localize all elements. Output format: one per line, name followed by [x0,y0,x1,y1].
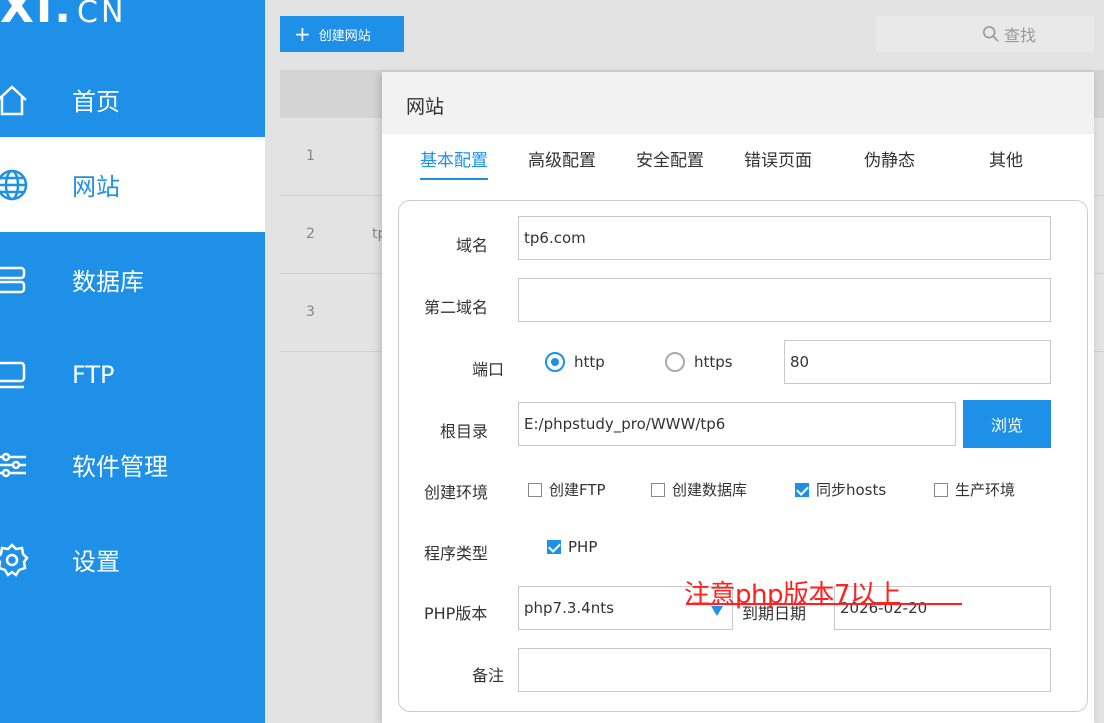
sidebar: XI. CN 首页 网站 数据库 FTP 软件管理 设置 [0,0,265,723]
plus-icon: + [294,22,311,46]
row-number: 1 [306,148,315,164]
second-domain-label: 第二域名 [424,298,489,317]
search-icon [982,25,999,42]
domain-value: tp6.com [524,229,586,247]
php-checkbox[interactable]: PHP [547,538,597,556]
tab-other[interactable]: 其他 [989,146,1023,171]
php-version-annotation: 注意php版本7以上 [684,580,902,610]
sidebar-item-label: 首页 [72,88,120,116]
sidebar-item-label: 数据库 [72,268,144,296]
second-domain-field[interactable] [518,278,1051,322]
php-version-value: php7.3.4nts [524,599,614,617]
radio-dot [545,352,565,372]
tab-advanced-config[interactable]: 高级配置 [528,146,596,171]
app-logo: XI. CN [0,0,127,33]
checkbox-box [528,482,542,497]
globe-icon [0,165,32,205]
sidebar-item-label: FTP [72,360,115,389]
create-website-button[interactable]: + 创建网站 [280,16,404,52]
sidebar-item-home[interactable]: 首页 [0,52,265,147]
sliders-icon [0,445,32,485]
row-number: 2 [306,226,315,242]
create-db-checkbox[interactable]: 创建数据库 [651,479,747,500]
http-label: http [574,353,605,371]
sync-hosts-checkbox[interactable]: 同步hosts [795,479,886,500]
sync-hosts-label: 同步hosts [816,481,887,499]
search-input[interactable]: 查找 [876,16,1094,52]
sidebar-item-ftp[interactable]: FTP [0,327,265,422]
production-env-label: 生产环境 [955,481,1016,499]
modal-header: 网站 [382,72,1094,134]
browse-button[interactable]: 浏览 [963,400,1051,448]
checkbox-box [547,540,561,554]
root-dir-label: 根目录 [440,422,489,441]
create-db-label: 创建数据库 [672,481,748,499]
annotation-underline [686,603,962,605]
modal-title: 网站 [406,96,445,118]
checkbox-box [934,482,948,497]
note-label: 备注 [472,666,505,685]
create-website-label: 创建网站 [318,28,371,44]
create-ftp-checkbox[interactable]: 创建FTP [528,479,606,500]
sidebar-item-label: 网站 [72,173,120,201]
php-version-label: PHP版本 [424,604,488,623]
root-dir-value: E:/phpstudy_pro/WWW/tp6 [524,415,726,433]
domain-field[interactable]: tp6.com [518,216,1051,260]
port-value: 80 [790,353,810,371]
tab-basic-config[interactable]: 基本配置 [420,146,488,180]
sidebar-item-settings[interactable]: 设置 [0,512,265,607]
gear-icon [0,540,32,580]
port-field[interactable]: 80 [784,340,1051,384]
sidebar-item-label: 设置 [72,548,120,576]
checkbox-box [651,482,665,497]
sidebar-item-website[interactable]: 网站 [0,137,265,232]
search-label: 查找 [1004,26,1037,45]
program-type-label: 程序类型 [424,544,489,563]
http-radio[interactable]: http [545,352,605,372]
https-radio[interactable]: https [665,352,733,372]
https-label: https [694,353,733,371]
note-field[interactable] [518,648,1051,692]
database-icon [0,260,32,300]
root-dir-field[interactable]: E:/phpstudy_pro/WWW/tp6 [518,402,956,446]
home-icon [0,80,32,120]
php-label: PHP [568,538,598,556]
create-ftp-label: 创建FTP [549,481,606,499]
tab-error-pages[interactable]: 错误页面 [744,146,812,171]
domain-label: 域名 [456,236,489,255]
sidebar-item-database[interactable]: 数据库 [0,232,265,327]
checkbox-box [795,482,809,497]
port-label: 端口 [472,360,505,379]
ftp-icon [0,355,32,395]
production-env-checkbox[interactable]: 生产环境 [934,479,1015,500]
browse-label: 浏览 [990,416,1023,435]
tab-rewrite[interactable]: 伪静态 [864,146,915,171]
create-env-label: 创建环境 [424,483,489,502]
radio-dot [665,352,685,372]
sidebar-item-software[interactable]: 软件管理 [0,417,265,512]
tab-security-config[interactable]: 安全配置 [636,146,704,171]
sidebar-item-label: 软件管理 [72,453,168,481]
row-number: 3 [306,304,315,320]
form-panel [398,200,1088,712]
